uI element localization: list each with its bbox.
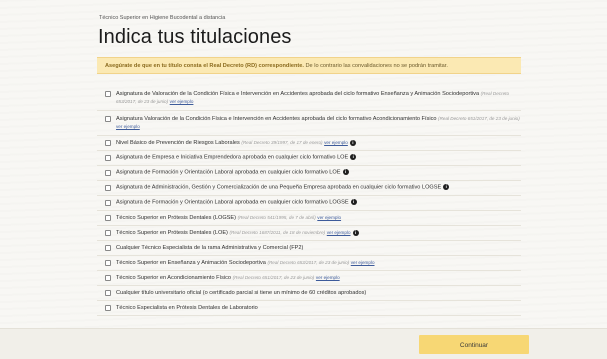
titulacion-option[interactable]: Asignatura Valoración de la Condición Fí…	[97, 111, 521, 136]
ver-ejemplo-link[interactable]: ver ejemplo	[324, 140, 348, 145]
info-icon[interactable]: i	[350, 154, 357, 161]
option-label: Asignatura de Administración, Gestión y …	[116, 184, 442, 191]
ver-ejemplo-link[interactable]: ver ejemplo	[170, 99, 194, 104]
option-checkbox[interactable]	[105, 275, 111, 281]
breadcrumb: Técnico Superior en Higiene Bucodental a…	[99, 15, 226, 21]
option-label: Técnico Superior en Prótesis Dentales (L…	[116, 230, 228, 236]
ver-ejemplo-link[interactable]: ver ejemplo	[317, 215, 341, 220]
option-label: Técnico Especialista en Prótesis Dentale…	[116, 304, 258, 311]
titulaciones-list: Asignatura de Valoración de la Condición…	[97, 86, 521, 316]
notice-bold-text: Asegúrate de que en tu título consta el …	[105, 63, 304, 69]
option-text: Técnico Especialista en Prótesis Dentale…	[116, 305, 521, 312]
titulacion-option[interactable]: Asignatura de Formación y Orientación La…	[97, 166, 521, 181]
option-checkbox[interactable]	[105, 185, 111, 191]
titulacion-option[interactable]: Técnico Superior en Prótesis Dentales (L…	[97, 211, 521, 226]
option-checkbox[interactable]	[105, 170, 111, 176]
titulacion-option[interactable]: Técnico Superior en Enseñanza y Animació…	[97, 256, 521, 271]
ver-ejemplo-link[interactable]: ver ejemplo	[327, 230, 351, 235]
ver-ejemplo-link[interactable]: ver ejemplo	[351, 260, 375, 265]
option-checkbox[interactable]	[105, 140, 111, 146]
titulacion-option[interactable]: Técnico Superior en Prótesis Dentales (L…	[97, 226, 521, 241]
option-label: Nivel Básico de Prevención de Riesgos La…	[116, 140, 240, 146]
rd-notice-banner: Asegúrate de que en tu título consta el …	[97, 57, 521, 74]
option-decree-hint: (Real Decreto 653/2017, de 23 de junio)	[267, 260, 350, 265]
option-decree-hint: (Real Decreto 651/2017, de 23 de junio)	[438, 116, 520, 121]
info-icon[interactable]: i	[350, 199, 357, 206]
option-text: Asignatura de Formación y Orientación La…	[116, 169, 521, 176]
option-label: Asignatura de Valoración de la Condición…	[116, 91, 480, 97]
option-checkbox[interactable]	[105, 200, 111, 206]
info-icon[interactable]: i	[443, 184, 450, 191]
titulacion-option[interactable]: Nivel Básico de Prevención de Riesgos La…	[97, 136, 521, 151]
option-label: Técnico Superior en Acondicionamiento Fí…	[116, 275, 232, 281]
titulacion-option[interactable]: Asignatura de Administración, Gestión y …	[97, 181, 521, 196]
ver-ejemplo-link[interactable]: ver ejemplo	[116, 124, 140, 129]
option-label: Asignatura Valoración de la Condición Fí…	[116, 116, 437, 122]
option-label: Asignatura de Empresa e Iniciativa Empre…	[116, 154, 349, 161]
option-text: Cualquier Técnico Especialista de la ram…	[116, 245, 521, 252]
option-text: Cualquier título universitario oficial (…	[116, 290, 521, 297]
page-title: Indica tus titulaciones	[98, 26, 292, 48]
titulacion-option[interactable]: Técnico Especialista en Prótesis Dentale…	[97, 301, 521, 316]
titulacion-option[interactable]: Asignatura de Empresa e Iniciativa Empre…	[97, 151, 521, 166]
titulacion-option[interactable]: Asignatura de Valoración de la Condición…	[97, 86, 521, 111]
titulacion-option[interactable]: Cualquier Técnico Especialista de la ram…	[97, 241, 521, 256]
info-icon[interactable]: i	[342, 169, 349, 176]
option-checkbox[interactable]	[105, 230, 111, 236]
ver-ejemplo-link[interactable]: ver ejemplo	[316, 275, 340, 280]
notice-rest-text: De lo contrario las convalidaciones no s…	[303, 63, 448, 69]
option-checkbox[interactable]	[105, 245, 111, 251]
option-decree-hint: (Real Decreto 1687/2011, de 18 de noviem…	[229, 230, 326, 235]
titulacion-option[interactable]: Cualquier título universitario oficial (…	[97, 286, 521, 301]
option-decree-hint: (Real Decreto 541/1995, de 7 de abril)	[237, 215, 316, 220]
continue-button[interactable]: Continuar	[419, 335, 529, 354]
titulacion-option[interactable]: Asignatura de Formación y Orientación La…	[97, 196, 521, 211]
option-label: Asignatura de Formación y Orientación La…	[116, 169, 341, 176]
option-checkbox[interactable]	[105, 290, 111, 296]
option-text: Técnico Superior en Enseñanza y Animació…	[116, 259, 521, 267]
option-text: Técnico Superior en Prótesis Dentales (L…	[116, 214, 521, 222]
option-text: Técnico Superior en Acondicionamiento Fí…	[116, 274, 521, 282]
option-checkbox[interactable]	[105, 305, 111, 311]
option-checkbox[interactable]	[105, 260, 111, 266]
info-icon[interactable]: i	[352, 229, 359, 236]
info-icon[interactable]: i	[349, 139, 356, 146]
option-label: Cualquier Técnico Especialista de la ram…	[116, 244, 304, 251]
option-label: Asignatura de Formación y Orientación La…	[116, 199, 349, 206]
option-checkbox[interactable]	[105, 116, 111, 122]
option-text: Técnico Superior en Prótesis Dentales (L…	[116, 229, 521, 237]
option-decree-hint: (Real Decreto 39/1997, de 17 de enero)	[241, 140, 323, 145]
option-text: Asignatura de Formación y Orientación La…	[116, 199, 521, 206]
option-checkbox[interactable]	[105, 155, 111, 161]
option-label: Técnico Superior en Enseñanza y Animació…	[116, 260, 266, 266]
option-text: Asignatura de Empresa e Iniciativa Empre…	[116, 154, 521, 161]
option-text: Asignatura Valoración de la Condición Fí…	[116, 115, 521, 131]
option-checkbox[interactable]	[105, 215, 111, 221]
option-text: Asignatura de Valoración de la Condición…	[116, 90, 521, 106]
option-decree-hint: (Real Decreto 651/2017, de 23 de junio)	[232, 275, 315, 280]
option-label: Cualquier título universitario oficial (…	[116, 289, 367, 296]
option-text: Nivel Básico de Prevención de Riesgos La…	[116, 139, 521, 147]
titulacion-option[interactable]: Técnico Superior en Acondicionamiento Fí…	[97, 271, 521, 286]
option-checkbox[interactable]	[105, 91, 111, 97]
option-label: Técnico Superior en Prótesis Dentales (L…	[116, 215, 237, 221]
option-text: Asignatura de Administración, Gestión y …	[116, 184, 521, 191]
